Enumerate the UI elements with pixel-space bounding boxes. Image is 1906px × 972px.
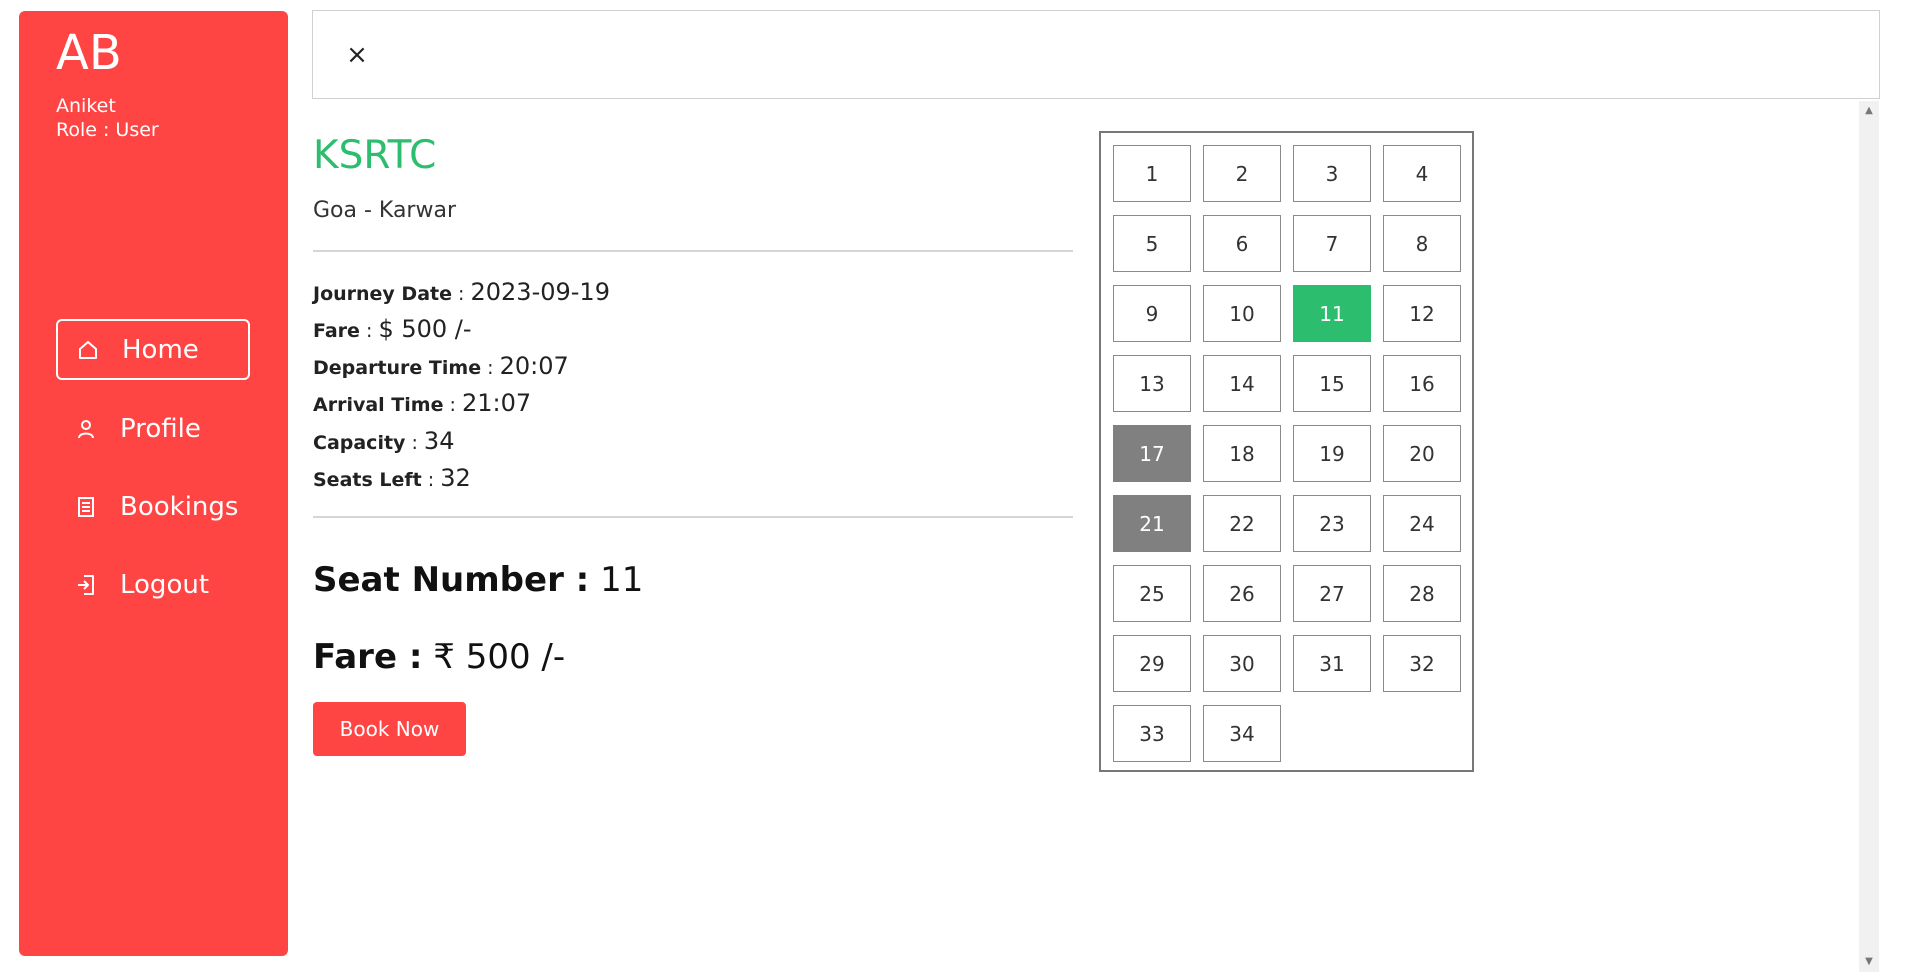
seat-11[interactable]: 11 [1293, 285, 1371, 342]
bus-name: KSRTC [313, 133, 437, 178]
detail-value: 2023-09-19 [470, 278, 610, 306]
detail-value: $ 500 /- [378, 315, 472, 343]
divider [313, 250, 1073, 252]
seat-34[interactable]: 34 [1203, 705, 1281, 762]
top-bar: × [312, 10, 1880, 99]
scroll-up-arrow-icon[interactable]: ▲ [1859, 104, 1879, 118]
seat-12[interactable]: 12 [1383, 285, 1461, 342]
seat-17[interactable]: 17 [1113, 425, 1191, 482]
seat-6[interactable]: 6 [1203, 215, 1281, 272]
seat-26[interactable]: 26 [1203, 565, 1281, 622]
user-role: Role : User [56, 119, 159, 141]
seat-16[interactable]: 16 [1383, 355, 1461, 412]
sidebar-item-label: Profile [120, 413, 201, 444]
seat-number-value: 11 [600, 560, 644, 600]
seat-5[interactable]: 5 [1113, 215, 1191, 272]
seat-25[interactable]: 25 [1113, 565, 1191, 622]
sidebar-item-profile[interactable]: Profile [56, 398, 250, 459]
seat-9[interactable]: 9 [1113, 285, 1191, 342]
detail-value: 20:07 [499, 352, 569, 380]
document-icon [74, 495, 98, 519]
sidebar-item-logout[interactable]: Logout [56, 554, 250, 615]
detail-label: Fare [313, 320, 360, 342]
seat-8[interactable]: 8 [1383, 215, 1461, 272]
sidebar-item-bookings[interactable]: Bookings [56, 476, 250, 537]
seat-14[interactable]: 14 [1203, 355, 1281, 412]
seat-22[interactable]: 22 [1203, 495, 1281, 552]
sidebar-item-label: Bookings [120, 491, 239, 522]
detail-value: 21:07 [461, 389, 532, 417]
detail-label: Journey Date [313, 283, 452, 305]
sidebar-item-home[interactable]: Home [56, 319, 250, 380]
sidebar-item-label: Home [122, 334, 199, 365]
book-now-button[interactable]: Book Now [313, 702, 466, 756]
scrollbar[interactable]: ▲ ▼ [1859, 101, 1879, 972]
seat-24[interactable]: 24 [1383, 495, 1461, 552]
seat-3[interactable]: 3 [1293, 145, 1371, 202]
seat-4[interactable]: 4 [1383, 145, 1461, 202]
fare-label: Fare : [313, 637, 423, 677]
seat-10[interactable]: 10 [1203, 285, 1281, 342]
seat-grid: 1 2 3 4 5 6 7 8 9 10 11 12 13 14 15 16 17 18 19 20 21 22 23 24 2… [1099, 131, 1474, 772]
sidebar: AB Aniket Role : User Home Profile Booki… [19, 11, 288, 956]
seat-2[interactable]: 2 [1203, 145, 1281, 202]
user-icon [74, 417, 98, 441]
seat-1[interactable]: 1 [1113, 145, 1191, 202]
seat-33[interactable]: 33 [1113, 705, 1191, 762]
logout-icon [74, 573, 98, 597]
home-icon [76, 338, 100, 362]
avatar-initials: AB [56, 25, 122, 81]
seat-15[interactable]: 15 [1293, 355, 1371, 412]
seat-18[interactable]: 18 [1203, 425, 1281, 482]
bus-route: Goa - Karwar [313, 198, 456, 223]
seat-30[interactable]: 30 [1203, 635, 1281, 692]
seat-13[interactable]: 13 [1113, 355, 1191, 412]
seat-number-label: Seat Number : [313, 560, 590, 600]
detail-seats-left: Seats Left : 32 [313, 464, 471, 492]
seat-20[interactable]: 20 [1383, 425, 1461, 482]
user-name: Aniket [56, 95, 116, 117]
divider [313, 516, 1073, 518]
detail-capacity: Capacity : 34 [313, 427, 455, 455]
seat-32[interactable]: 32 [1383, 635, 1461, 692]
seat-21[interactable]: 21 [1113, 495, 1191, 552]
detail-label: Seats Left [313, 469, 422, 491]
detail-value: 34 [423, 427, 455, 455]
seat-7[interactable]: 7 [1293, 215, 1371, 272]
seat-19[interactable]: 19 [1293, 425, 1371, 482]
selected-seat: Seat Number : 11 [313, 560, 643, 600]
fare-value: ₹ 500 /- [433, 637, 566, 677]
seat-27[interactable]: 27 [1293, 565, 1371, 622]
detail-value: 32 [440, 464, 471, 492]
detail-label: Capacity [313, 432, 406, 454]
detail-departure-time: Departure Time : 20:07 [313, 352, 569, 380]
seat-28[interactable]: 28 [1383, 565, 1461, 622]
sidebar-item-label: Logout [120, 569, 210, 600]
detail-fare: Fare : $ 500 /- [313, 315, 472, 343]
seat-31[interactable]: 31 [1293, 635, 1371, 692]
scroll-down-arrow-icon[interactable]: ▼ [1859, 955, 1879, 969]
seat-23[interactable]: 23 [1293, 495, 1371, 552]
detail-arrival-time: Arrival Time : 21:07 [313, 389, 532, 417]
selected-fare: Fare : ₹ 500 /- [313, 637, 565, 677]
detail-journey-date: Journey Date : 2023-09-19 [313, 278, 610, 306]
seat-29[interactable]: 29 [1113, 635, 1191, 692]
close-icon[interactable]: × [343, 41, 371, 69]
detail-label: Arrival Time [313, 394, 444, 416]
detail-label: Departure Time [313, 357, 482, 379]
